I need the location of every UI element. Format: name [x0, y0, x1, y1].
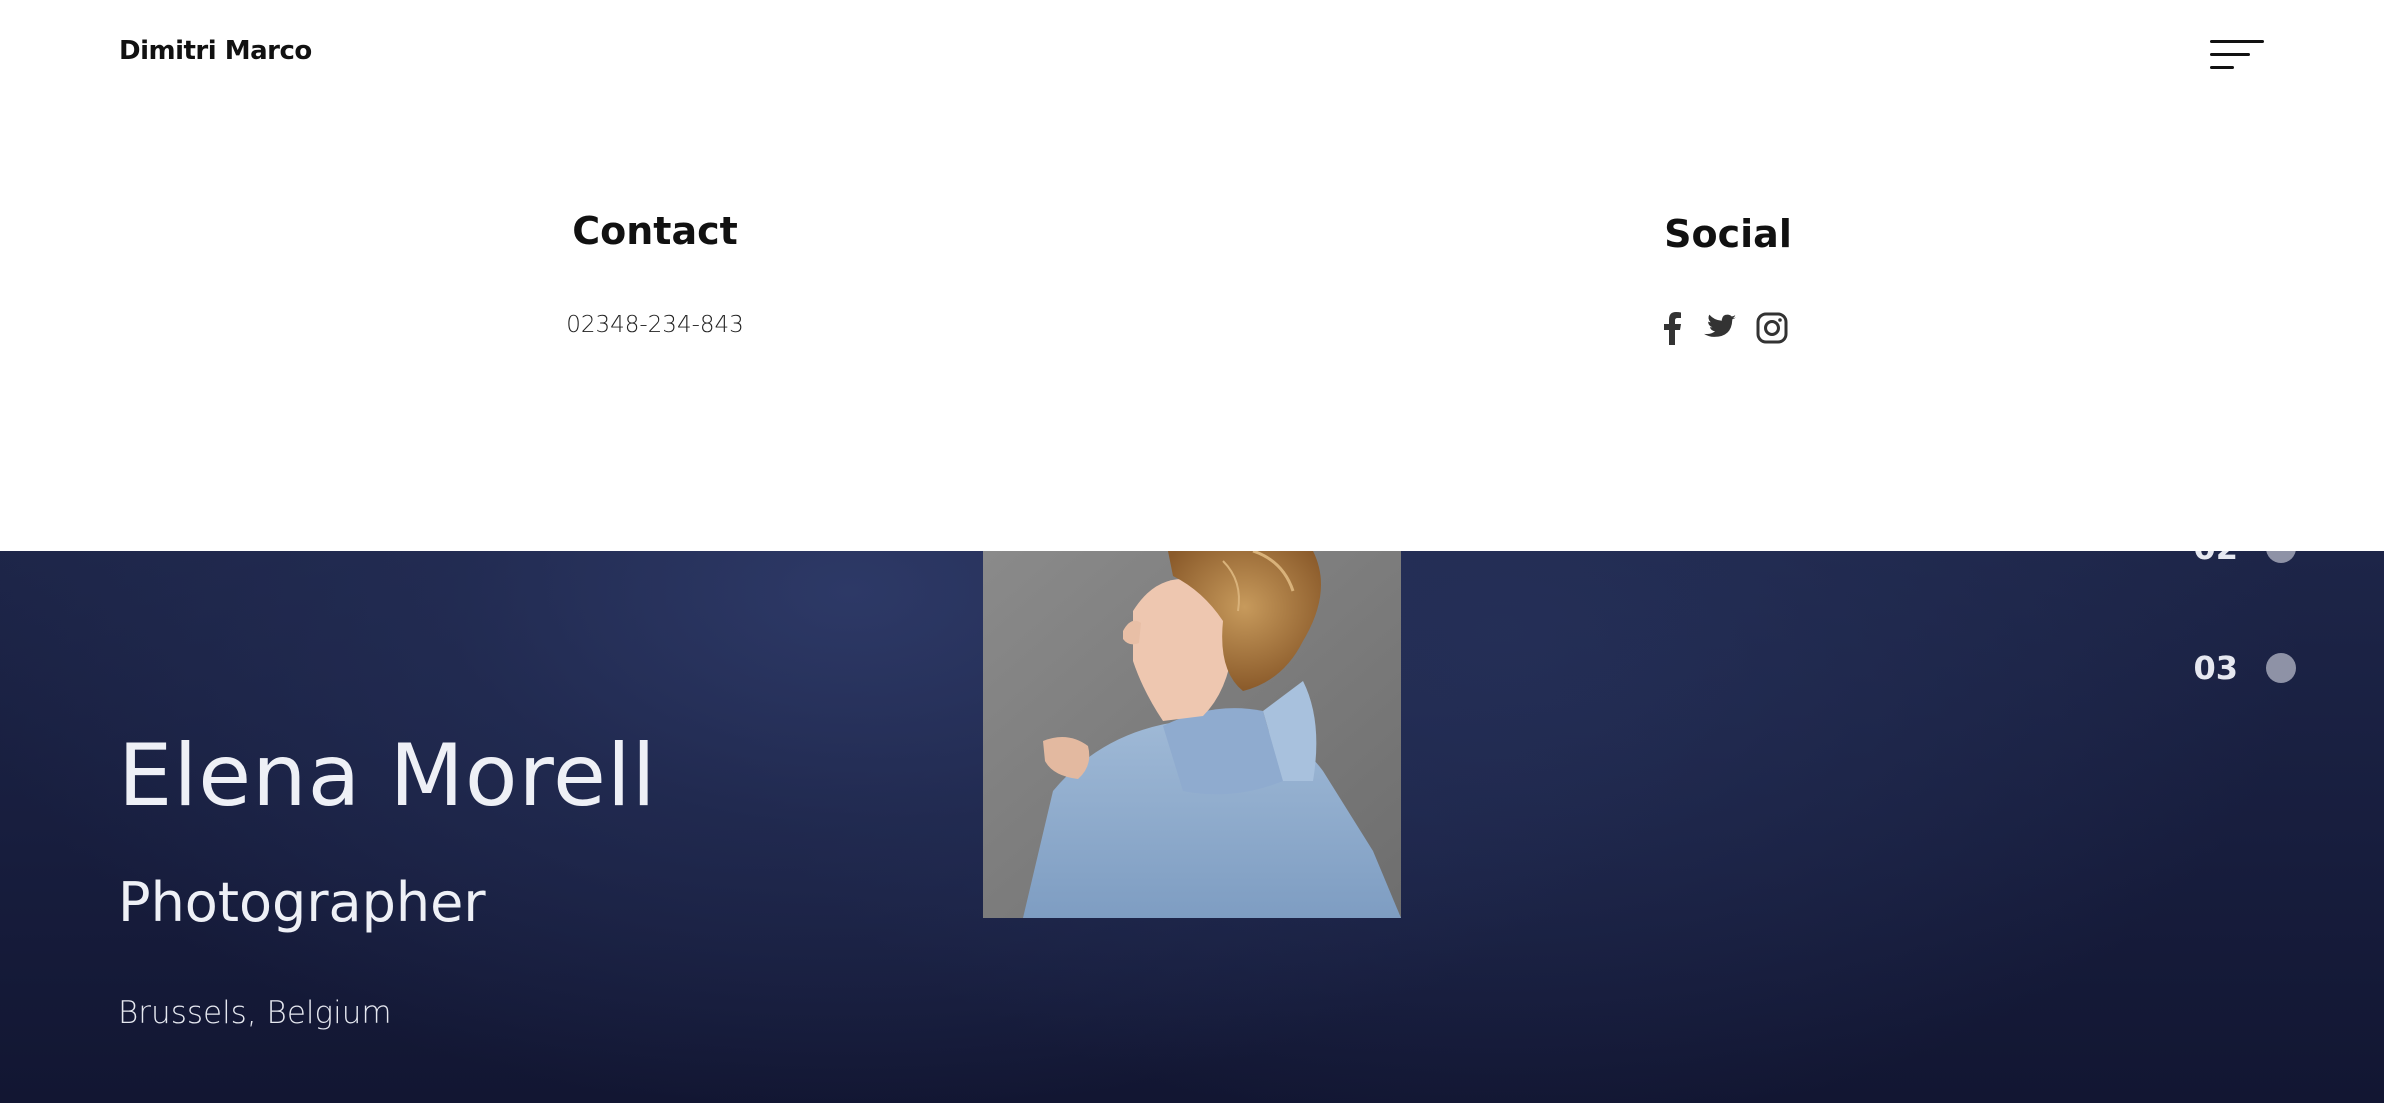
menu-line — [2210, 53, 2250, 56]
slide-dot-icon — [2266, 653, 2296, 683]
slide-item-03[interactable]: 03 — [2193, 649, 2296, 687]
hero-location: Brussels, Belgium — [118, 995, 392, 1031]
social-links — [1660, 308, 1788, 348]
hamburger-menu-icon[interactable] — [2208, 38, 2266, 72]
portrait-image — [983, 551, 1401, 918]
slide-navigation: 02 03 — [2084, 551, 2384, 751]
menu-line — [2210, 40, 2264, 43]
twitter-icon[interactable] — [1704, 314, 1736, 342]
brand-logo[interactable]: Dimitri Marco — [119, 36, 312, 66]
menu-line — [2210, 66, 2234, 69]
contact-phone-link[interactable]: 02348-234-843 — [566, 312, 744, 338]
slide-dot-icon — [2266, 551, 2296, 563]
page: Elena Morell Photographer Brussels, Belg… — [0, 0, 2384, 1103]
hero-section: Elena Morell Photographer Brussels, Belg… — [0, 551, 2384, 1103]
slide-item-02[interactable]: 02 — [2193, 551, 2296, 567]
instagram-icon[interactable] — [1756, 312, 1788, 344]
menu-overlay: Dimitri Marco Contact 02348-234-843 Soci… — [0, 0, 2384, 551]
slide-number: 03 — [2193, 649, 2238, 687]
social-heading: Social — [1664, 212, 1792, 256]
facebook-icon[interactable] — [1660, 311, 1684, 345]
hero-role: Photographer — [118, 871, 486, 934]
hero-name: Elena Morell — [118, 726, 657, 826]
slide-number: 02 — [2193, 551, 2238, 567]
contact-heading: Contact — [572, 209, 738, 253]
